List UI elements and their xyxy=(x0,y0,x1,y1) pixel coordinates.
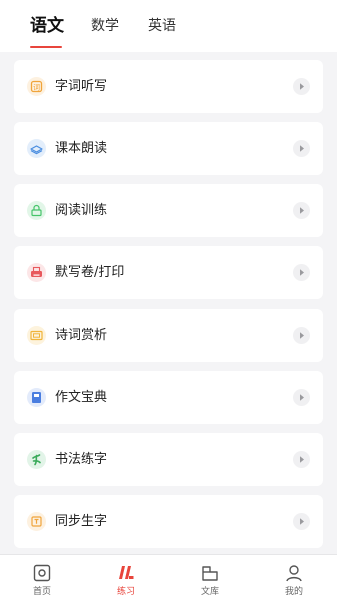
nav-profile[interactable]: 我的 xyxy=(252,555,336,600)
menu-item-reading-training[interactable]: 阅读训练 xyxy=(14,184,323,237)
menu-item-label: 书法练字 xyxy=(55,452,108,467)
character-icon xyxy=(27,512,46,531)
word-icon: 词 xyxy=(27,77,46,96)
printer-icon xyxy=(27,263,46,282)
book-icon xyxy=(27,139,46,158)
poem-icon xyxy=(27,326,46,345)
essay-icon xyxy=(27,388,46,407)
chevron-right-icon xyxy=(293,140,310,157)
app: 语文 数学 英语 词 字词听写 课本朗读 阅读训练 默写卷/打印 诗词赏析 作文… xyxy=(0,0,337,600)
menu-item-label: 同步生字 xyxy=(55,514,108,529)
brush-icon xyxy=(27,450,46,469)
svg-text:词: 词 xyxy=(33,84,40,92)
chevron-right-icon xyxy=(293,451,310,468)
menu-item-dictation-print[interactable]: 默写卷/打印 xyxy=(14,246,323,299)
menu-item-label: 字词听写 xyxy=(55,79,108,94)
tab-chinese[interactable]: 语文 xyxy=(30,14,64,38)
library-icon xyxy=(200,563,220,583)
home-icon xyxy=(32,563,52,583)
bottom-navigation: 首页 练习 文库 我的 xyxy=(0,554,337,600)
chevron-right-icon xyxy=(293,264,310,281)
menu-item-essay-guide[interactable]: 作文宝典 xyxy=(14,371,323,424)
menu-item-calligraphy[interactable]: 书法练字 xyxy=(14,433,323,486)
nav-label: 练习 xyxy=(116,587,135,597)
menu-item-label: 默写卷/打印 xyxy=(55,265,125,280)
active-tab-indicator xyxy=(30,46,62,48)
reading-icon xyxy=(27,201,46,220)
chevron-right-icon xyxy=(293,78,310,95)
practice-icon xyxy=(116,563,136,583)
profile-icon xyxy=(284,563,304,583)
nav-label: 文库 xyxy=(200,587,219,597)
nav-library[interactable]: 文库 xyxy=(168,555,252,600)
subject-tab-bar: 语文 数学 英语 xyxy=(0,0,337,52)
tab-math[interactable]: 数学 xyxy=(91,16,119,36)
menu-item-label: 作文宝典 xyxy=(55,390,108,405)
chevron-right-icon xyxy=(293,389,310,406)
nav-label: 我的 xyxy=(284,587,303,597)
nav-home[interactable]: 首页 xyxy=(0,555,84,600)
chevron-right-icon xyxy=(293,513,310,530)
tab-english[interactable]: 英语 xyxy=(148,16,176,36)
menu-item-label: 诗词赏析 xyxy=(55,328,108,343)
menu-item-textbook-reading[interactable]: 课本朗读 xyxy=(14,122,323,175)
menu-item-sync-characters[interactable]: 同步生字 xyxy=(14,495,323,548)
chevron-right-icon xyxy=(293,327,310,344)
menu-item-label: 课本朗读 xyxy=(55,141,108,156)
nav-practice[interactable]: 练习 xyxy=(84,555,168,600)
chevron-right-icon xyxy=(293,202,310,219)
nav-label: 首页 xyxy=(32,587,51,597)
menu-item-label: 阅读训练 xyxy=(55,203,108,218)
menu-item-poetry-appreciation[interactable]: 诗词赏析 xyxy=(14,309,323,362)
menu-item-dictation[interactable]: 词 字词听写 xyxy=(14,60,323,113)
